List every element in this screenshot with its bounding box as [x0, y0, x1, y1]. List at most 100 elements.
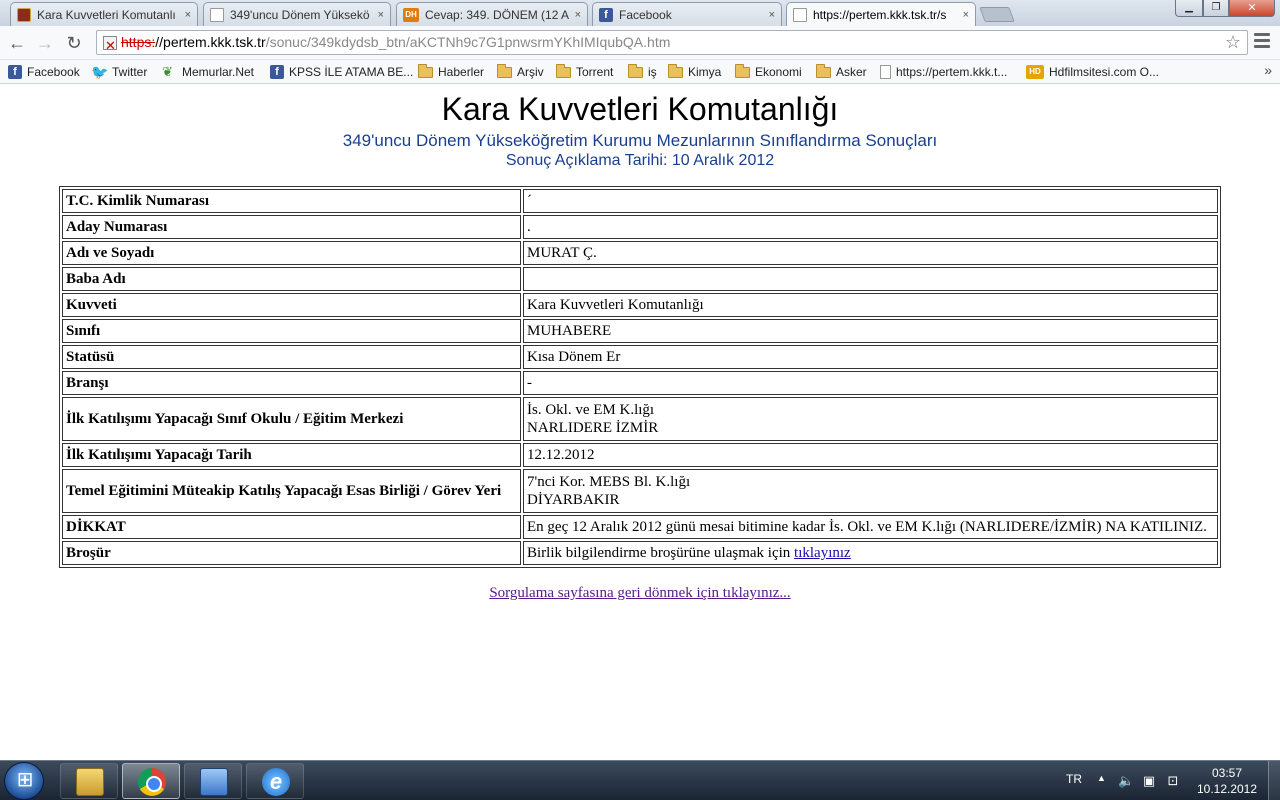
- bookmark-folder-arsiv[interactable]: Arşiv: [497, 63, 544, 81]
- taskbar-display-settings[interactable]: [184, 763, 242, 799]
- row-value: [523, 267, 1218, 291]
- bookmark-label: iş: [648, 65, 657, 79]
- row-value: Kısa Dönem Er: [523, 345, 1218, 369]
- address-bar[interactable]: https://pertem.kkk.tsk.tr/sonuc/349kdyds…: [96, 30, 1248, 55]
- tab-title: 349'uncu Dönem Yüksekö: [230, 7, 370, 22]
- row-label: Kuvveti: [62, 293, 521, 317]
- tab-349-donem[interactable]: 349'uncu Dönem Yüksekö ×: [203, 2, 391, 26]
- bookmark-folder-torrent[interactable]: Torrent: [556, 63, 613, 81]
- bookmark-facebook[interactable]: f Facebook: [8, 63, 80, 81]
- maximize-button[interactable]: ❐: [1203, 0, 1229, 17]
- bookmark-memurlar[interactable]: ❦ Memurlar.Net: [162, 63, 254, 81]
- bookmark-folder-kimya[interactable]: Kimya: [668, 63, 721, 81]
- window-close-button[interactable]: ✕: [1229, 0, 1275, 17]
- clock[interactable]: 03:57 10.12.2012: [1192, 765, 1262, 797]
- bookmark-folder-ekonomi[interactable]: Ekonomi: [735, 63, 802, 81]
- page-icon: [880, 65, 891, 79]
- minimize-button[interactable]: ▁: [1175, 0, 1203, 17]
- bookmark-folder-haberler[interactable]: Haberler: [418, 63, 484, 81]
- bookmark-label: Facebook: [27, 65, 80, 79]
- row-value-line-2: NARLIDERE İZMİR: [527, 420, 659, 436]
- row-value-line-1: 7'nci Kor. MEBS Bl. K.lığı: [527, 474, 691, 490]
- row-label: DİKKAT: [62, 515, 521, 539]
- reload-icon[interactable]: ↻: [63, 32, 85, 54]
- row-value: .: [523, 215, 1218, 239]
- table-row: Branşı -: [62, 371, 1218, 395]
- address-url[interactable]: https://pertem.kkk.tsk.tr/sonuc/349kdyds…: [121, 31, 670, 54]
- results-table: T.C. Kimlik Numarası ´ Aday Numarası . A…: [59, 186, 1221, 568]
- bookmark-label: Arşiv: [517, 65, 544, 79]
- language-indicator[interactable]: TR: [1066, 772, 1082, 800]
- volume-icon[interactable]: 🔈: [1118, 774, 1134, 788]
- bookmark-label: https://pertem.kkk.t...: [896, 65, 1008, 79]
- show-hidden-icons-icon[interactable]: ▲: [1097, 773, 1106, 800]
- forward-arrow-icon[interactable]: →: [34, 32, 56, 54]
- bookmark-label: Torrent: [576, 65, 614, 79]
- tab-title: Facebook: [619, 7, 672, 22]
- row-value: İs. Okl. ve EM K.lığı NARLIDERE İZMİR: [523, 397, 1218, 441]
- chrome-menu-icon[interactable]: [1254, 33, 1270, 49]
- table-row: Adı ve Soyadı MURAT Ç.: [62, 241, 1218, 265]
- bookmark-folder-is[interactable]: iş: [628, 63, 657, 81]
- page-icon: [793, 7, 807, 22]
- close-icon[interactable]: ×: [378, 9, 384, 21]
- memurlar-icon: ❦: [162, 64, 173, 79]
- table-row: DİKKAT En geç 12 Aralık 2012 günü mesai …: [62, 515, 1218, 539]
- row-label: İlk Katılışımı Yapacağı Tarih: [62, 443, 521, 467]
- back-arrow-icon[interactable]: ←: [6, 32, 28, 54]
- taskbar-windows-explorer[interactable]: [60, 763, 118, 799]
- url-path: /sonuc/349kdydsb_btn/aKCTNh9c7G1pnwsrmYK…: [265, 34, 671, 50]
- tab-kara-kuvvetleri[interactable]: Kara Kuvvetleri Komutanlı ×: [10, 2, 198, 26]
- restore-icon: ❐: [1211, 2, 1221, 13]
- brochure-link[interactable]: tıklayınız: [794, 545, 851, 561]
- row-label: Sınıfı: [62, 319, 521, 343]
- taskbar-google-chrome[interactable]: [122, 763, 180, 799]
- table-row: Aday Numarası .: [62, 215, 1218, 239]
- row-label: İlk Katılışımı Yapacağı Sınıf Okulu / Eğ…: [62, 397, 521, 441]
- row-label: T.C. Kimlik Numarası: [62, 189, 521, 213]
- minimize-icon: ▁: [1185, 2, 1193, 13]
- display-icon: [200, 768, 228, 796]
- taskbar-internet-explorer[interactable]: e: [246, 763, 304, 799]
- page-title: Kara Kuvvetleri Komutanlığı: [441, 91, 839, 127]
- close-icon[interactable]: ×: [185, 9, 191, 21]
- row-value: 12.12.2012: [523, 443, 1218, 467]
- bookmark-pertem[interactable]: https://pertem.kkk.t...: [880, 63, 1007, 81]
- folder-icon: [735, 63, 750, 78]
- folder-icon: [816, 63, 831, 78]
- bookmark-kpss[interactable]: f KPSS İLE ATAMA BE...: [270, 63, 413, 81]
- new-tab-button[interactable]: [979, 7, 1015, 22]
- back-to-query-link[interactable]: Sorgulama sayfasına geri dönmek için tık…: [489, 585, 790, 601]
- bookmark-folder-asker[interactable]: Asker: [816, 63, 867, 81]
- row-value: -: [523, 371, 1218, 395]
- bookmark-label: Haberler: [438, 65, 485, 79]
- start-button[interactable]: [4, 762, 45, 800]
- page-content: Kara Kuvvetleri Komutanlığı 349'uncu Dön…: [0, 85, 1280, 760]
- taskbar: e TR ▲ 🔈 ▣ ⊡ 03:57 10.12.2012: [0, 760, 1280, 800]
- bookmark-twitter[interactable]: 🐦 Twitter: [91, 63, 147, 81]
- announcement-date: Sonuç Açıklama Tarihi: 10 Aralık 2012: [505, 152, 775, 169]
- tab-pertem-active[interactable]: https://pertem.kkk.tsk.tr/s ×: [786, 2, 976, 26]
- folder-icon: [497, 63, 512, 78]
- close-icon[interactable]: ×: [575, 9, 581, 21]
- broken-https-icon[interactable]: [103, 34, 117, 54]
- network-icon[interactable]: ⊡: [1166, 774, 1180, 788]
- tab-title: https://pertem.kkk.tsk.tr/s: [813, 7, 947, 22]
- bookmarks-overflow-icon[interactable]: »: [1264, 62, 1272, 78]
- tab-title: Cevap: 349. DÖNEM (12 A: [425, 7, 570, 22]
- usb-device-icon[interactable]: ▣: [1142, 774, 1156, 788]
- show-desktop-button[interactable]: [1268, 761, 1280, 800]
- tab-cevap[interactable]: DH Cevap: 349. DÖNEM (12 A ×: [396, 2, 588, 26]
- row-value: 7'nci Kor. MEBS Bl. K.lığı DİYARBAKIR: [523, 469, 1218, 513]
- close-icon[interactable]: ×: [769, 9, 775, 21]
- folder-icon: [418, 63, 433, 78]
- tab-facebook[interactable]: f Facebook ×: [592, 2, 782, 26]
- row-value: ´: [523, 189, 1218, 213]
- row-label: Aday Numarası: [62, 215, 521, 239]
- bookmark-star-icon[interactable]: ☆: [1225, 31, 1241, 54]
- table-row: Baba Adı: [62, 267, 1218, 291]
- bookmark-hdfilm[interactable]: HD Hdfilmsitesi.com O...: [1026, 63, 1159, 81]
- bookmark-label: Memurlar.Net: [182, 65, 255, 79]
- close-icon[interactable]: ×: [963, 9, 969, 21]
- table-row: İlk Katılışımı Yapacağı Tarih 12.12.2012: [62, 443, 1218, 467]
